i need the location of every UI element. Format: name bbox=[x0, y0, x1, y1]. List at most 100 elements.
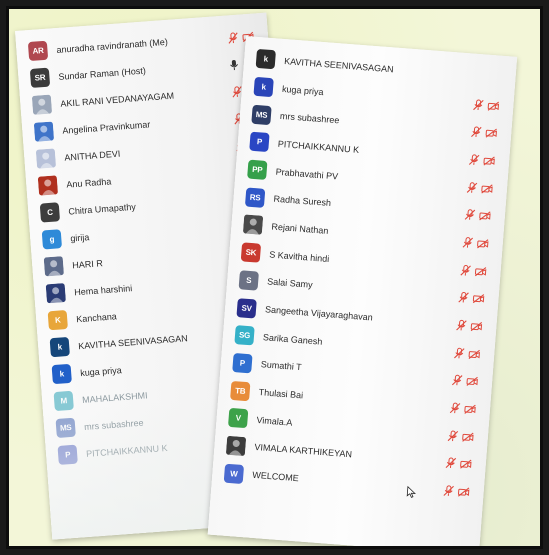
microphone-muted-icon[interactable] bbox=[447, 428, 460, 441]
avatar-initials: M bbox=[53, 390, 74, 412]
participant-status-icons bbox=[472, 97, 500, 111]
participant-status-icons bbox=[442, 484, 470, 498]
microphone-muted-icon[interactable] bbox=[227, 30, 240, 44]
video-off-icon[interactable] bbox=[462, 430, 475, 443]
microphone-muted-icon[interactable] bbox=[453, 346, 466, 359]
avatar-initials: AR bbox=[27, 40, 49, 62]
avatar-photo bbox=[243, 215, 263, 236]
microphone-muted-icon[interactable] bbox=[459, 263, 472, 276]
participant-list-right: k KAVITHA SEENIVASAGAN k kuga priya MS mrs su… bbox=[211, 36, 517, 507]
avatar-photo bbox=[33, 121, 54, 142]
avatar-initials: P bbox=[57, 444, 78, 465]
participant-name: Thulasi Bai bbox=[258, 387, 304, 401]
microphone-muted-icon[interactable] bbox=[457, 290, 470, 303]
avatar-initials: k bbox=[49, 336, 70, 358]
participant-name: Anu Radha bbox=[65, 175, 112, 190]
participant-name: VIMALA KARTHIKEYAN bbox=[254, 442, 353, 460]
avatar-initials: C bbox=[39, 202, 61, 223]
participant-name: anuradha ravindranath (Me) bbox=[56, 36, 169, 55]
avatar-initials: g bbox=[41, 229, 63, 250]
participant-status-icons bbox=[444, 456, 472, 470]
participant-status-icons bbox=[470, 125, 498, 139]
microphone-muted-icon[interactable] bbox=[470, 125, 483, 138]
microphone-muted-icon[interactable] bbox=[442, 484, 455, 497]
participant-name: Prabhavathi PV bbox=[275, 166, 339, 182]
avatar-initials: MS bbox=[251, 104, 272, 125]
participant-name: WELCOME bbox=[251, 469, 300, 484]
video-off-icon[interactable] bbox=[476, 236, 489, 249]
avatar-initials: k bbox=[255, 49, 276, 70]
video-off-icon[interactable] bbox=[479, 209, 492, 222]
microphone-muted-icon[interactable] bbox=[472, 97, 485, 110]
avatar-photo bbox=[35, 148, 56, 169]
microphone-muted-icon[interactable] bbox=[466, 180, 479, 193]
video-off-icon[interactable] bbox=[483, 153, 496, 166]
video-off-icon[interactable] bbox=[474, 264, 487, 277]
participant-name: girija bbox=[69, 231, 90, 243]
participant-name: mrs subashree bbox=[83, 417, 144, 432]
participant-name: Sangeetha Vijayaraghavan bbox=[264, 304, 374, 323]
video-off-icon[interactable] bbox=[485, 126, 498, 139]
participant-name: kuga priya bbox=[79, 364, 122, 378]
participant-status-icons bbox=[455, 318, 483, 332]
avatar-initials: k bbox=[51, 363, 72, 385]
microphone-muted-icon[interactable] bbox=[444, 456, 457, 469]
microphone-muted-icon[interactable] bbox=[461, 235, 474, 248]
participant-name: Salai Samy bbox=[266, 276, 313, 291]
participant-status-icons bbox=[447, 428, 475, 442]
photo-frame: AR anuradha ravindranath (Me) SR Sundar Ram… bbox=[6, 6, 543, 549]
avatar-initials: P bbox=[232, 352, 253, 374]
video-off-icon[interactable] bbox=[466, 374, 479, 387]
participant-name: Hema harshini bbox=[73, 282, 133, 297]
avatar-initials: MS bbox=[55, 417, 76, 439]
avatar-initials: RS bbox=[244, 187, 266, 208]
avatar-initials: V bbox=[227, 408, 249, 429]
video-off-icon[interactable] bbox=[459, 457, 472, 470]
participant-name: KAVITHA SEENIVASAGAN bbox=[77, 332, 188, 351]
participant-status-icons bbox=[449, 401, 477, 415]
avatar-initials: SG bbox=[234, 325, 255, 346]
microphone-muted-icon[interactable] bbox=[449, 401, 462, 414]
video-off-icon[interactable] bbox=[481, 181, 494, 194]
participant-name: HARI R bbox=[71, 257, 104, 270]
avatar-initials: SV bbox=[236, 297, 257, 319]
participant-name: kuga priya bbox=[281, 83, 324, 97]
avatar-photo bbox=[226, 435, 247, 456]
video-off-icon[interactable] bbox=[487, 98, 500, 111]
participant-name: MAHALAKSHMI bbox=[81, 389, 148, 405]
participant-name: Kanchana bbox=[75, 310, 118, 324]
avatar-initials: k bbox=[253, 76, 274, 98]
participant-name: Rejani Nathan bbox=[271, 221, 329, 236]
participant-name: Sundar Raman (Host) bbox=[58, 65, 147, 82]
participant-status-icons bbox=[451, 373, 479, 387]
participant-name: Sarika Ganesh bbox=[262, 331, 323, 347]
avatar-initials: PP bbox=[247, 159, 268, 181]
video-off-icon[interactable] bbox=[464, 402, 477, 415]
avatar-initials: S bbox=[238, 270, 259, 291]
participant-status-icons bbox=[459, 263, 487, 277]
microphone-muted-icon[interactable] bbox=[468, 152, 481, 165]
mouse-cursor-icon bbox=[406, 485, 417, 498]
participant-name: Sumathi T bbox=[260, 359, 302, 373]
video-off-icon[interactable] bbox=[470, 319, 483, 332]
microphone-muted-icon[interactable] bbox=[455, 318, 468, 331]
video-off-icon[interactable] bbox=[468, 347, 481, 360]
participant-status-icons bbox=[461, 235, 489, 249]
avatar-photo bbox=[43, 256, 64, 277]
microphone-muted-icon[interactable] bbox=[451, 373, 464, 386]
participant-name: mrs subashree bbox=[279, 111, 340, 126]
participant-name: ANITHA DEVI bbox=[64, 148, 121, 163]
participant-status-icons bbox=[466, 180, 494, 194]
participant-status-icons bbox=[453, 346, 481, 360]
avatar-photo bbox=[45, 283, 66, 304]
avatar-initials: P bbox=[249, 132, 270, 153]
microphone-icon[interactable] bbox=[229, 57, 242, 70]
video-off-icon[interactable] bbox=[472, 292, 485, 305]
participants-panel-right: k KAVITHA SEENIVASAGAN k kuga priya MS mrs su… bbox=[207, 36, 518, 546]
avatar-photo bbox=[37, 175, 58, 196]
video-off-icon[interactable] bbox=[457, 485, 470, 498]
microphone-muted-icon[interactable] bbox=[464, 208, 477, 221]
participant-name: KAVITHA SEENIVASAGAN bbox=[283, 55, 394, 75]
participant-name: Angelina Pravinkumar bbox=[62, 118, 151, 136]
participant-name: Chitra Umapathy bbox=[67, 201, 137, 217]
